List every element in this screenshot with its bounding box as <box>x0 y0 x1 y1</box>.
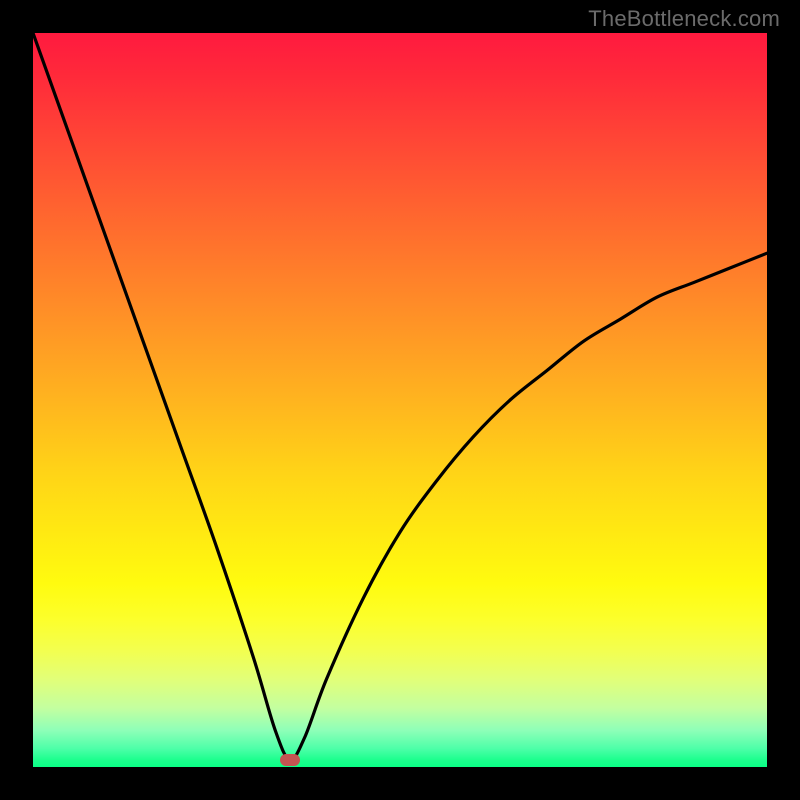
plot-area <box>33 33 767 767</box>
optimal-marker <box>280 754 300 766</box>
chart-frame: TheBottleneck.com <box>0 0 800 800</box>
watermark-text: TheBottleneck.com <box>588 6 780 32</box>
bottleneck-curve <box>33 33 767 767</box>
